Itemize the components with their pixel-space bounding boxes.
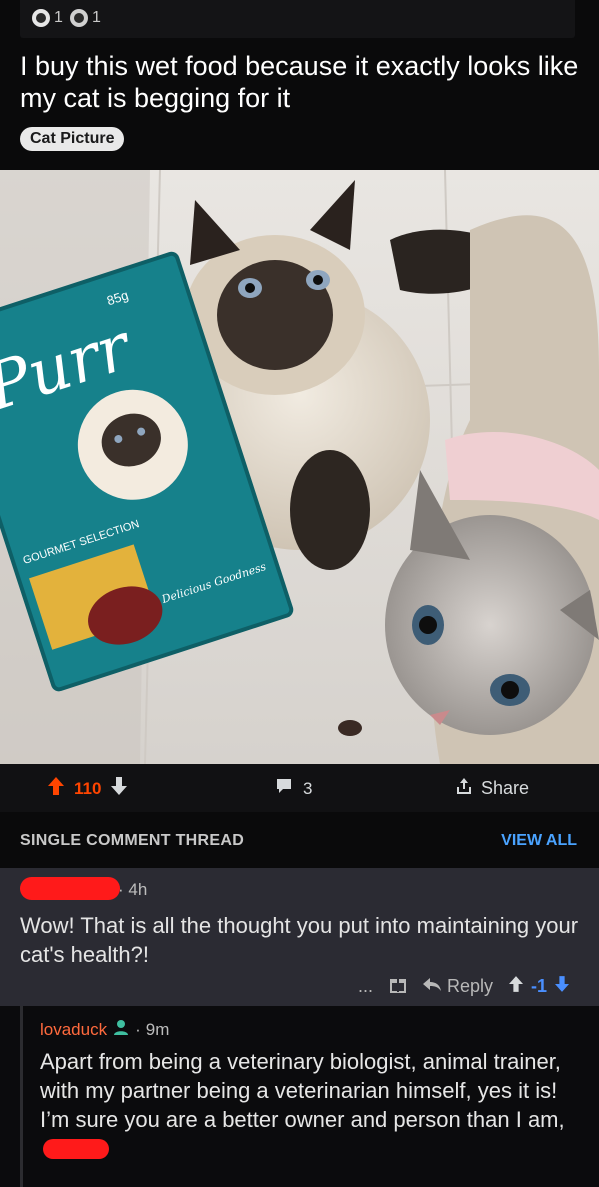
- comment-meta: lovaduck · 9m: [40, 1018, 169, 1041]
- post-flair[interactable]: Cat Picture: [20, 127, 125, 151]
- award-count: 1: [54, 9, 63, 26]
- award-icon: [32, 9, 50, 27]
- comment-age: 9m: [145, 1019, 170, 1039]
- comment-icon: [275, 777, 293, 800]
- comment: · 4h Wow! That is all the thought you pu…: [0, 868, 599, 1006]
- post-title: I buy this wet food because it exactly l…: [20, 51, 579, 113]
- upvote-icon[interactable]: [48, 777, 64, 800]
- thread-rail: [20, 1006, 23, 1187]
- comment-body: Wow! That is all the thought you put int…: [20, 913, 579, 967]
- comment-username[interactable]: lovaduck: [40, 1020, 107, 1040]
- more-options-button[interactable]: ...: [358, 976, 373, 997]
- share-label: Share: [481, 778, 530, 798]
- gift-icon[interactable]: [389, 975, 407, 998]
- post-image[interactable]: 85g Purr GOURMET SELECTION Delicious Goo…: [0, 170, 599, 764]
- redacted-username: [20, 877, 120, 900]
- share-button[interactable]: Share: [455, 777, 529, 800]
- award-item[interactable]: 1: [70, 9, 101, 27]
- vote-controls: 110: [48, 777, 128, 800]
- redacted-mention: [43, 1139, 109, 1159]
- op-user-icon: [112, 1018, 130, 1041]
- upvote-icon[interactable]: [508, 976, 523, 997]
- reply-icon: [422, 976, 441, 997]
- thread-header: SINGLE COMMENT THREAD VIEW ALL: [0, 812, 599, 868]
- gold-award-icon: [70, 9, 88, 27]
- share-icon: [455, 777, 473, 800]
- reply-label: Reply: [446, 976, 493, 996]
- post-score: 110: [74, 778, 102, 798]
- comment-count: 3: [303, 778, 313, 798]
- award-item[interactable]: 1: [32, 9, 63, 27]
- reply-comment: lovaduck · 9m Apart from being a veterin…: [0, 1006, 599, 1187]
- comments-button[interactable]: 3: [275, 777, 312, 800]
- comment-score: -1: [530, 976, 547, 996]
- reply-button[interactable]: Reply: [422, 976, 493, 997]
- thread-label: SINGLE COMMENT THREAD: [20, 832, 245, 849]
- comment-text: Apart from being a veterinary biologist,…: [40, 1049, 565, 1132]
- food-crumb: [338, 720, 362, 736]
- post-actions: 110 3 Share: [0, 764, 599, 812]
- award-count: 1: [92, 9, 101, 26]
- comment-actions: ... Reply -1: [358, 975, 569, 998]
- comment-age: 4h: [128, 880, 148, 899]
- view-all-link[interactable]: VIEW ALL: [501, 832, 577, 850]
- comment-meta: · 4h: [118, 880, 148, 899]
- meta-separator: ·: [135, 1019, 141, 1039]
- comment-body: Apart from being a veterinary biologist,…: [40, 1047, 580, 1163]
- award-bar: 1 1: [20, 0, 575, 38]
- comment-vote: -1: [508, 976, 569, 997]
- downvote-icon[interactable]: [555, 976, 569, 997]
- downvote-icon[interactable]: [111, 777, 128, 800]
